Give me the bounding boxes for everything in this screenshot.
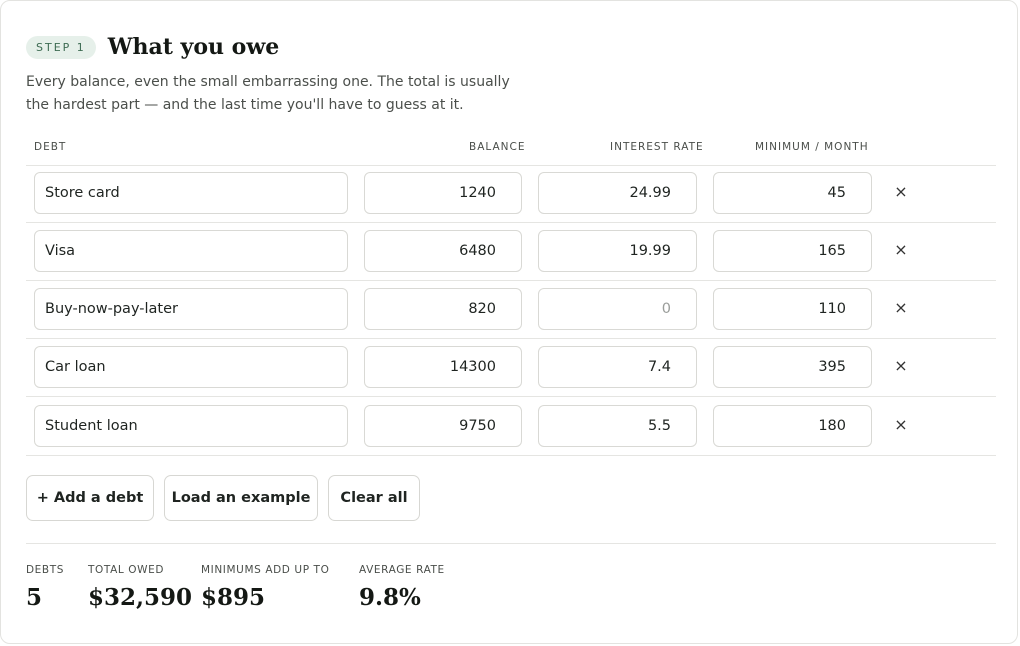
stat-total-label: TOTAL OWED — [88, 564, 165, 576]
debt-name-input[interactable]: Student loan — [34, 405, 348, 447]
stat-minimums-value: $895 — [201, 584, 266, 611]
interest-rate-input[interactable]: 0 — [538, 288, 697, 330]
clear-all-button[interactable]: Clear all — [328, 475, 420, 521]
balance-input[interactable]: 6480 — [364, 230, 522, 272]
minimum-payment-input[interactable]: 45 — [713, 172, 872, 214]
balance-input[interactable]: 9750 — [364, 405, 522, 447]
interest-rate-input[interactable]: 5.5 — [538, 405, 697, 447]
stat-total-value: $32,590 — [88, 584, 193, 611]
table-row: Student loan 9750 5.5 180 × — [26, 397, 996, 456]
stat-debts-value: 5 — [26, 584, 43, 611]
intro-text: Every balance, even the small embarrassi… — [26, 74, 510, 113]
interest-rate-input[interactable]: 19.99 — [538, 230, 697, 272]
stat-average-rate: AVERAGE RATE 9.8% — [359, 564, 445, 611]
stat-average-value: 9.8% — [359, 584, 421, 611]
minimum-payment-input[interactable]: 165 — [713, 230, 872, 272]
table-row: Store card 1240 24.99 45 × — [26, 164, 996, 223]
stat-minimums-label: MINIMUMS ADD UP TO — [201, 564, 330, 576]
table-row: Buy-now-pay-later 820 0 110 × — [26, 280, 996, 339]
stat-minimums: MINIMUMS ADD UP TO $895 — [201, 564, 329, 611]
minimum-payment-input[interactable]: 180 — [713, 405, 872, 447]
load-example-button[interactable]: Load an example — [164, 475, 318, 521]
interest-rate-input[interactable]: 24.99 — [538, 172, 697, 214]
remove-row-icon[interactable]: × — [891, 415, 911, 435]
summary-divider — [26, 543, 996, 544]
balance-input[interactable]: 14300 — [364, 346, 522, 388]
debt-name-input[interactable]: Store card — [34, 172, 348, 214]
header-minimum-month: MINIMUM / MONTH — [755, 141, 869, 153]
header-interest-rate: INTEREST RATE — [610, 141, 704, 153]
add-debt-button[interactable]: + Add a debt — [26, 475, 154, 521]
header-balance: BALANCE — [469, 141, 526, 153]
stat-debts-label: DEBTS — [26, 564, 65, 576]
debt-entry-card: STEP 1 What you owe Every balance, even … — [0, 0, 1018, 644]
remove-row-icon[interactable]: × — [891, 240, 911, 260]
table-row: Car loan 14300 7.4 395 × — [26, 338, 996, 397]
debt-name-input[interactable]: Buy-now-pay-later — [34, 288, 348, 330]
minimum-payment-input[interactable]: 110 — [713, 288, 872, 330]
stat-debts: DEBTS 5 — [26, 564, 64, 611]
table-header: DEBT BALANCE INTEREST RATE MINIMUM / MON… — [26, 139, 996, 166]
balance-input[interactable]: 1240 — [364, 172, 522, 214]
step-header: STEP 1 What you owe — [26, 34, 279, 60]
balance-input[interactable]: 820 — [364, 288, 522, 330]
stat-total-owed: TOTAL OWED $32,590 — [88, 564, 192, 611]
stat-average-label: AVERAGE RATE — [359, 564, 445, 576]
step-badge: STEP 1 — [26, 35, 96, 59]
remove-row-icon[interactable]: × — [891, 298, 911, 318]
header-debt: DEBT — [34, 141, 67, 153]
remove-row-icon[interactable]: × — [891, 182, 911, 202]
table-row: Visa 6480 19.99 165 × — [26, 222, 996, 281]
debt-name-input[interactable]: Visa — [34, 230, 348, 272]
remove-row-icon[interactable]: × — [891, 356, 911, 376]
section-title: What you owe — [107, 34, 280, 60]
debt-name-input[interactable]: Car loan — [34, 346, 348, 388]
interest-rate-input[interactable]: 7.4 — [538, 346, 697, 388]
minimum-payment-input[interactable]: 395 — [713, 346, 872, 388]
